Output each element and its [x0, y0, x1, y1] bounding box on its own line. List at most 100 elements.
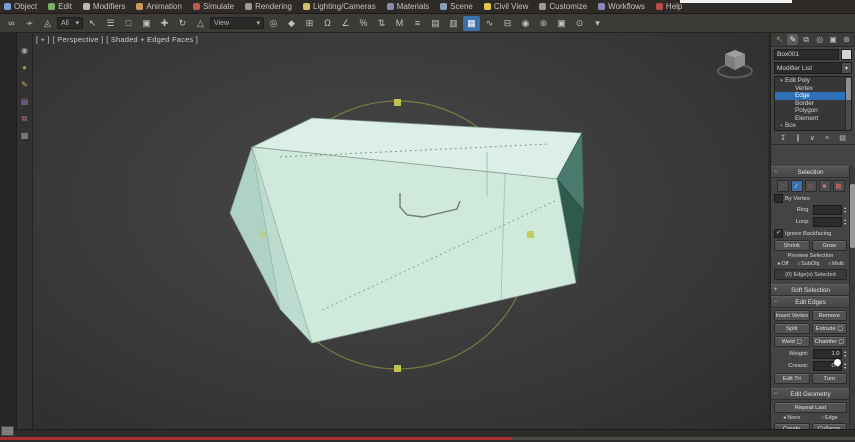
stack-polygon[interactable]: Polygon: [775, 107, 851, 115]
render-production-button[interactable]: ⊙: [571, 16, 588, 31]
selection-filter-dropdown[interactable]: All ▾: [57, 17, 83, 29]
modifier-list-dropdown[interactable]: Modifier List ▾: [774, 62, 852, 74]
rollout-selection-header[interactable]: − Selection: [771, 166, 850, 178]
checkbox-by-vertex[interactable]: [774, 194, 783, 203]
gizmo-handle-bottom[interactable]: [394, 365, 401, 372]
pin-stack-button[interactable]: ↧: [780, 134, 786, 142]
checkbox-ignore-backfacing[interactable]: ✓: [774, 229, 783, 238]
tab-create[interactable]: ↖: [774, 34, 785, 45]
menu-simulate[interactable]: Simulate: [192, 2, 234, 11]
rollout-soft-selection-header[interactable]: + Soft Selection: [771, 284, 850, 296]
subobj-vertex-icon[interactable]: ∴: [776, 180, 789, 192]
radio-subobj[interactable]: ○ SubObj: [797, 261, 819, 267]
window-crossing-toggle[interactable]: ▣: [138, 16, 155, 31]
object-name-field[interactable]: Box001: [774, 49, 839, 60]
spinner-arrows-loop[interactable]: ▲ ▼: [844, 218, 847, 226]
stack-element[interactable]: Element: [775, 115, 851, 123]
toggle-ribbon-button[interactable]: ▦: [463, 15, 480, 31]
stack-scrollbar[interactable]: [845, 77, 851, 130]
menu-object[interactable]: Object: [4, 2, 37, 11]
material-editor-button[interactable]: ◉: [517, 16, 534, 31]
viewport-label[interactable]: [ + ][ Perspective ][ Shaded + Edged Fac…: [36, 35, 201, 44]
tab-motion[interactable]: ◎: [814, 34, 825, 45]
strip-layers-icon[interactable]: ⧉: [22, 115, 28, 123]
button-weld[interactable]: Weld ▢: [774, 336, 810, 347]
tab-utilities[interactable]: ⊛: [841, 34, 852, 45]
strip-brush-icon[interactable]: ✎: [21, 81, 28, 89]
select-and-move-button[interactable]: ✚: [156, 16, 173, 31]
viewcube[interactable]: [717, 50, 753, 79]
strip-sphere-icon[interactable]: ●: [22, 64, 27, 72]
angle-snap-toggle[interactable]: ∠: [337, 16, 354, 31]
toggle-scene-explorer-button[interactable]: ▤: [427, 16, 444, 31]
schematic-view-button[interactable]: ⊟: [499, 16, 516, 31]
stack-edit-poly[interactable]: ▾ Edit Poly: [775, 77, 851, 85]
menu-animation[interactable]: Animation: [136, 2, 182, 11]
unlink-selection-button[interactable]: ≁: [21, 16, 38, 31]
menu-materials-effects[interactable]: Materials: [386, 2, 429, 11]
select-and-scale-button[interactable]: △: [192, 16, 209, 31]
stack-border[interactable]: Border: [775, 100, 851, 108]
radio-none[interactable]: ● None: [783, 415, 800, 421]
select-and-rotate-button[interactable]: ↻: [174, 16, 191, 31]
button-grow[interactable]: Grow: [811, 240, 847, 251]
select-and-manipulate-button[interactable]: ◆: [283, 16, 300, 31]
show-end-result-button[interactable]: ∥: [796, 134, 800, 142]
radio-multi[interactable]: ○ Multi: [828, 261, 844, 267]
spinner-arrows-crease[interactable]: ▲ ▼: [844, 362, 847, 370]
spinner-arrows-ring[interactable]: ▲ ▼: [844, 206, 847, 214]
tab-modify[interactable]: ✎: [787, 34, 799, 45]
snaps-toggle[interactable]: Ω: [319, 16, 336, 31]
button-edit-tri[interactable]: Edit Tri: [774, 373, 810, 384]
value-ring[interactable]: [812, 205, 842, 215]
align-button[interactable]: ≡: [409, 16, 426, 31]
video-progress-bar[interactable]: [0, 437, 512, 440]
subobj-element-icon[interactable]: ▦: [832, 180, 845, 192]
button-shrink[interactable]: Shrink: [774, 240, 810, 251]
perspective-viewport[interactable]: [ + ][ Perspective ][ Shaded + Edged Fac…: [33, 33, 768, 430]
rectangular-selection-region-button[interactable]: □: [120, 16, 137, 31]
stack-edge[interactable]: Edge: [775, 92, 851, 100]
configure-modifier-sets-button[interactable]: ▤: [839, 134, 846, 142]
rendered-frame-button[interactable]: ▣: [553, 16, 570, 31]
rollout-edit-geometry-header[interactable]: − Edit Geometry: [771, 388, 850, 400]
select-by-name-button[interactable]: ☰: [102, 16, 119, 31]
make-unique-button[interactable]: ∨: [810, 134, 815, 142]
reference-coordinate-dropdown[interactable]: View ▾: [210, 17, 264, 29]
viewport-canvas[interactable]: [33, 33, 768, 430]
percent-snap-toggle[interactable]: %: [355, 16, 372, 31]
button-remove[interactable]: Remove: [811, 310, 847, 321]
gizmo-handle-top[interactable]: [394, 99, 401, 106]
keyboard-override-toggle[interactable]: ⊞: [301, 16, 318, 31]
object-color-swatch[interactable]: [841, 49, 852, 60]
strip-grid-icon[interactable]: ▦: [21, 132, 29, 140]
menu-scene[interactable]: Scene: [440, 2, 473, 11]
curve-editor-button[interactable]: ∿: [481, 16, 498, 31]
menu-rendering[interactable]: Rendering: [245, 2, 292, 11]
render-setup-button[interactable]: ⊛: [535, 16, 552, 31]
menu-edit[interactable]: Edit: [48, 2, 72, 11]
menu-scripting[interactable]: Workflows: [598, 2, 645, 11]
gizmo-handle-left[interactable]: [259, 231, 266, 238]
video-progress-track[interactable]: [512, 437, 855, 440]
spinner-snap-toggle[interactable]: ⇅: [373, 16, 390, 31]
select-and-link-button[interactable]: ∞: [3, 16, 20, 31]
button-turn[interactable]: Turn: [811, 373, 847, 384]
stack-box[interactable]: • Box: [775, 122, 851, 130]
panel-scrollbar[interactable]: [849, 166, 855, 442]
render-flyout-arrow[interactable]: ▾: [589, 16, 606, 31]
radio-off[interactable]: ● Off: [777, 261, 788, 267]
subobj-border-icon[interactable]: ◇: [804, 180, 817, 192]
stack-vertex[interactable]: Vertex: [775, 85, 851, 93]
strip-list-icon[interactable]: ▤: [21, 98, 29, 106]
gizmo-handle-right[interactable]: [527, 231, 534, 238]
remove-modifier-button[interactable]: ×: [825, 135, 829, 142]
tab-display[interactable]: ▣: [828, 34, 839, 45]
menu-help[interactable]: Help: [655, 2, 682, 11]
radio-edge[interactable]: ○ Edge: [821, 415, 838, 421]
button-extrude[interactable]: Extrude ▢: [811, 323, 847, 334]
toggle-layer-explorer-button[interactable]: ▥: [445, 16, 462, 31]
use-pivot-center-button[interactable]: ◎: [265, 16, 282, 31]
button-chamfer[interactable]: Chamfer ▢: [811, 336, 847, 347]
viewport-pov-label[interactable]: [ Perspective ]: [53, 35, 104, 44]
